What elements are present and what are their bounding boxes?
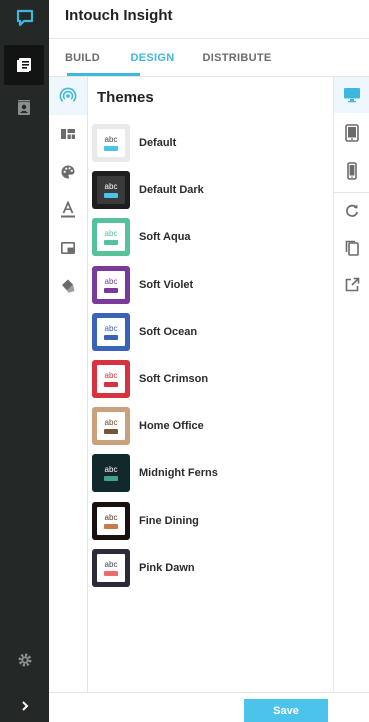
theme-sample-text: abc — [104, 560, 118, 569]
theme-sample-text: abc — [104, 371, 118, 380]
theme-sample-text: abc — [104, 135, 118, 144]
main-tabs: BUILD DESIGN DISTRIBUTE — [49, 39, 369, 76]
theme-thumbnail: abc — [92, 313, 130, 351]
app-title: Intouch Insight — [65, 7, 173, 24]
theme-name: Soft Ocean — [139, 326, 198, 338]
theme-sample-text: abc — [104, 324, 118, 333]
theme-sample-text: abc — [104, 418, 118, 427]
theme-item[interactable]: abc Fine Dining — [92, 501, 312, 541]
theme-sample-text: abc — [104, 229, 118, 238]
themes-panel-title: Themes — [97, 89, 154, 106]
left-nav-rail — [0, 0, 49, 722]
app-logo-icon[interactable] — [0, 0, 49, 36]
theme-thumbnail: abc — [92, 454, 130, 492]
theme-item[interactable]: abc Default — [92, 123, 312, 163]
theme-sample-text: abc — [104, 182, 118, 191]
theme-thumbnail-preview: abc — [97, 129, 125, 157]
theme-item[interactable]: abc Soft Violet — [92, 265, 312, 305]
footer-divider — [49, 692, 369, 693]
theme-sample-button — [104, 429, 118, 434]
theme-sample-button — [104, 476, 118, 481]
theme-thumbnail: abc — [92, 407, 130, 445]
theme-item[interactable]: abc Home Office — [92, 406, 312, 446]
theme-sample-text: abc — [104, 465, 118, 474]
theme-sample-button — [104, 193, 118, 198]
settings-gear-icon[interactable] — [0, 646, 49, 674]
palette-icon[interactable] — [49, 153, 87, 191]
contacts-nav-icon[interactable] — [4, 88, 44, 128]
theme-sample-button — [104, 382, 118, 387]
theme-name: Soft Violet — [139, 279, 194, 291]
theme-thumbnail-preview: abc — [97, 176, 125, 204]
theme-item[interactable]: abc Soft Aqua — [92, 217, 312, 257]
theme-name: Midnight Ferns — [139, 467, 218, 479]
save-button[interactable]: Save — [244, 699, 328, 722]
theme-thumbnail-preview: abc — [97, 318, 125, 346]
theme-thumbnail-preview: abc — [97, 507, 125, 535]
theme-thumbnail-preview: abc — [97, 271, 125, 299]
theme-thumbnail-preview: abc — [97, 223, 125, 251]
theme-name: Pink Dawn — [139, 562, 195, 574]
paint-bucket-icon[interactable] — [49, 267, 87, 305]
theme-item[interactable]: abc Soft Crimson — [92, 359, 312, 399]
theme-name: Soft Crimson — [139, 373, 209, 385]
tool-rail-divider — [87, 77, 88, 692]
theme-name: Default — [139, 137, 177, 149]
theme-item[interactable]: abc Soft Ocean — [92, 312, 312, 352]
theme-thumbnail-preview: abc — [97, 412, 125, 440]
theme-sample-button — [104, 524, 118, 529]
theme-broadcast-icon[interactable] — [49, 77, 87, 115]
layout-icon[interactable] — [49, 115, 87, 153]
theme-name: Default Dark — [139, 184, 204, 196]
theme-thumbnail: abc — [92, 502, 130, 540]
theme-item[interactable]: abc Midnight Ferns — [92, 453, 312, 493]
theme-thumbnail-preview: abc — [97, 554, 125, 582]
expand-chevron-icon[interactable] — [0, 692, 49, 720]
tab-build[interactable]: BUILD — [49, 39, 116, 76]
design-tool-rail — [49, 77, 87, 722]
surveys-nav-icon[interactable] — [4, 45, 44, 85]
theme-thumbnail-preview: abc — [97, 365, 125, 393]
theme-sample-button — [104, 240, 118, 245]
theme-thumbnail: abc — [92, 171, 130, 209]
window-icon[interactable] — [49, 229, 87, 267]
tablet-preview-icon[interactable] — [334, 115, 369, 151]
theme-item[interactable]: abc Pink Dawn — [92, 548, 312, 588]
theme-thumbnail-preview: abc — [97, 459, 125, 487]
theme-sample-button — [104, 335, 118, 340]
theme-sample-text: abc — [104, 513, 118, 522]
theme-thumbnail: abc — [92, 218, 130, 256]
refresh-icon[interactable] — [334, 193, 369, 229]
copy-icon[interactable] — [334, 230, 369, 266]
theme-sample-button — [104, 146, 118, 151]
theme-thumbnail: abc — [92, 266, 130, 304]
theme-name: Home Office — [139, 420, 204, 432]
theme-sample-button — [104, 571, 118, 576]
theme-item[interactable]: abc Default Dark — [92, 170, 312, 210]
preview-device-rail — [333, 77, 369, 692]
tab-design[interactable]: DESIGN — [116, 39, 189, 76]
theme-name: Fine Dining — [139, 515, 199, 527]
external-link-icon[interactable] — [334, 267, 369, 303]
text-color-icon[interactable] — [49, 191, 87, 229]
theme-sample-text: abc — [104, 277, 118, 286]
theme-thumbnail: abc — [92, 549, 130, 587]
desktop-preview-icon[interactable] — [334, 77, 369, 113]
theme-sample-button — [104, 288, 118, 293]
tabs-divider — [49, 76, 369, 77]
theme-thumbnail: abc — [92, 124, 130, 162]
tab-distribute[interactable]: DISTRIBUTE — [189, 39, 285, 76]
phone-preview-icon[interactable] — [334, 153, 369, 189]
theme-name: Soft Aqua — [139, 231, 191, 243]
theme-thumbnail: abc — [92, 360, 130, 398]
